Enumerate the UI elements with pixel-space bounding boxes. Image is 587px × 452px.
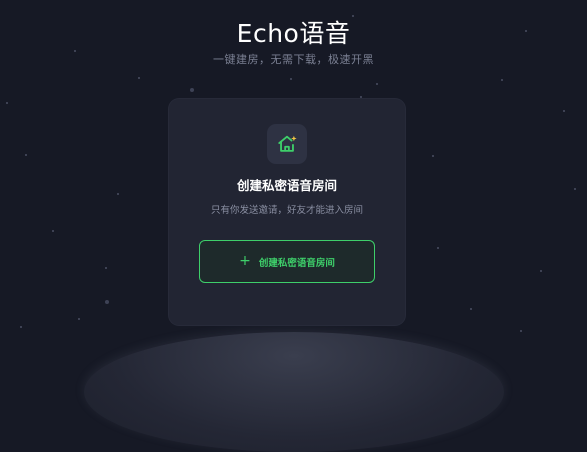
star bbox=[290, 78, 292, 80]
star bbox=[78, 318, 80, 320]
star bbox=[540, 270, 542, 272]
star bbox=[432, 155, 434, 157]
star bbox=[501, 79, 503, 81]
star bbox=[20, 326, 22, 328]
star bbox=[138, 77, 140, 79]
star bbox=[105, 300, 109, 304]
star bbox=[574, 188, 576, 190]
house-sparkle-icon bbox=[267, 124, 307, 164]
star bbox=[6, 102, 8, 104]
card-title: 创建私密语音房间 bbox=[236, 178, 337, 193]
star bbox=[376, 83, 378, 85]
create-room-card: 创建私密语音房间 只有你发送邀请，好友才能进入房间 + 创建私密语音房间 bbox=[169, 99, 405, 325]
star bbox=[105, 267, 107, 269]
star bbox=[25, 154, 27, 156]
star bbox=[563, 110, 565, 112]
create-room-button-label: 创建私密语音房间 bbox=[258, 257, 335, 269]
star bbox=[190, 88, 194, 92]
star bbox=[117, 193, 119, 195]
create-room-button[interactable]: + 创建私密语音房间 bbox=[199, 240, 375, 283]
card-description: 只有你发送邀请，好友才能进入房间 bbox=[210, 205, 363, 216]
star bbox=[360, 96, 362, 98]
star bbox=[470, 308, 472, 310]
star bbox=[52, 230, 54, 232]
star bbox=[437, 247, 439, 249]
plus-icon: + bbox=[239, 252, 251, 269]
app-subtitle: 一键建房，无需下载，极速开黑 bbox=[213, 53, 374, 66]
planet-horizon bbox=[84, 332, 504, 452]
app-title: Echo语音 bbox=[236, 19, 351, 48]
star bbox=[520, 330, 522, 332]
